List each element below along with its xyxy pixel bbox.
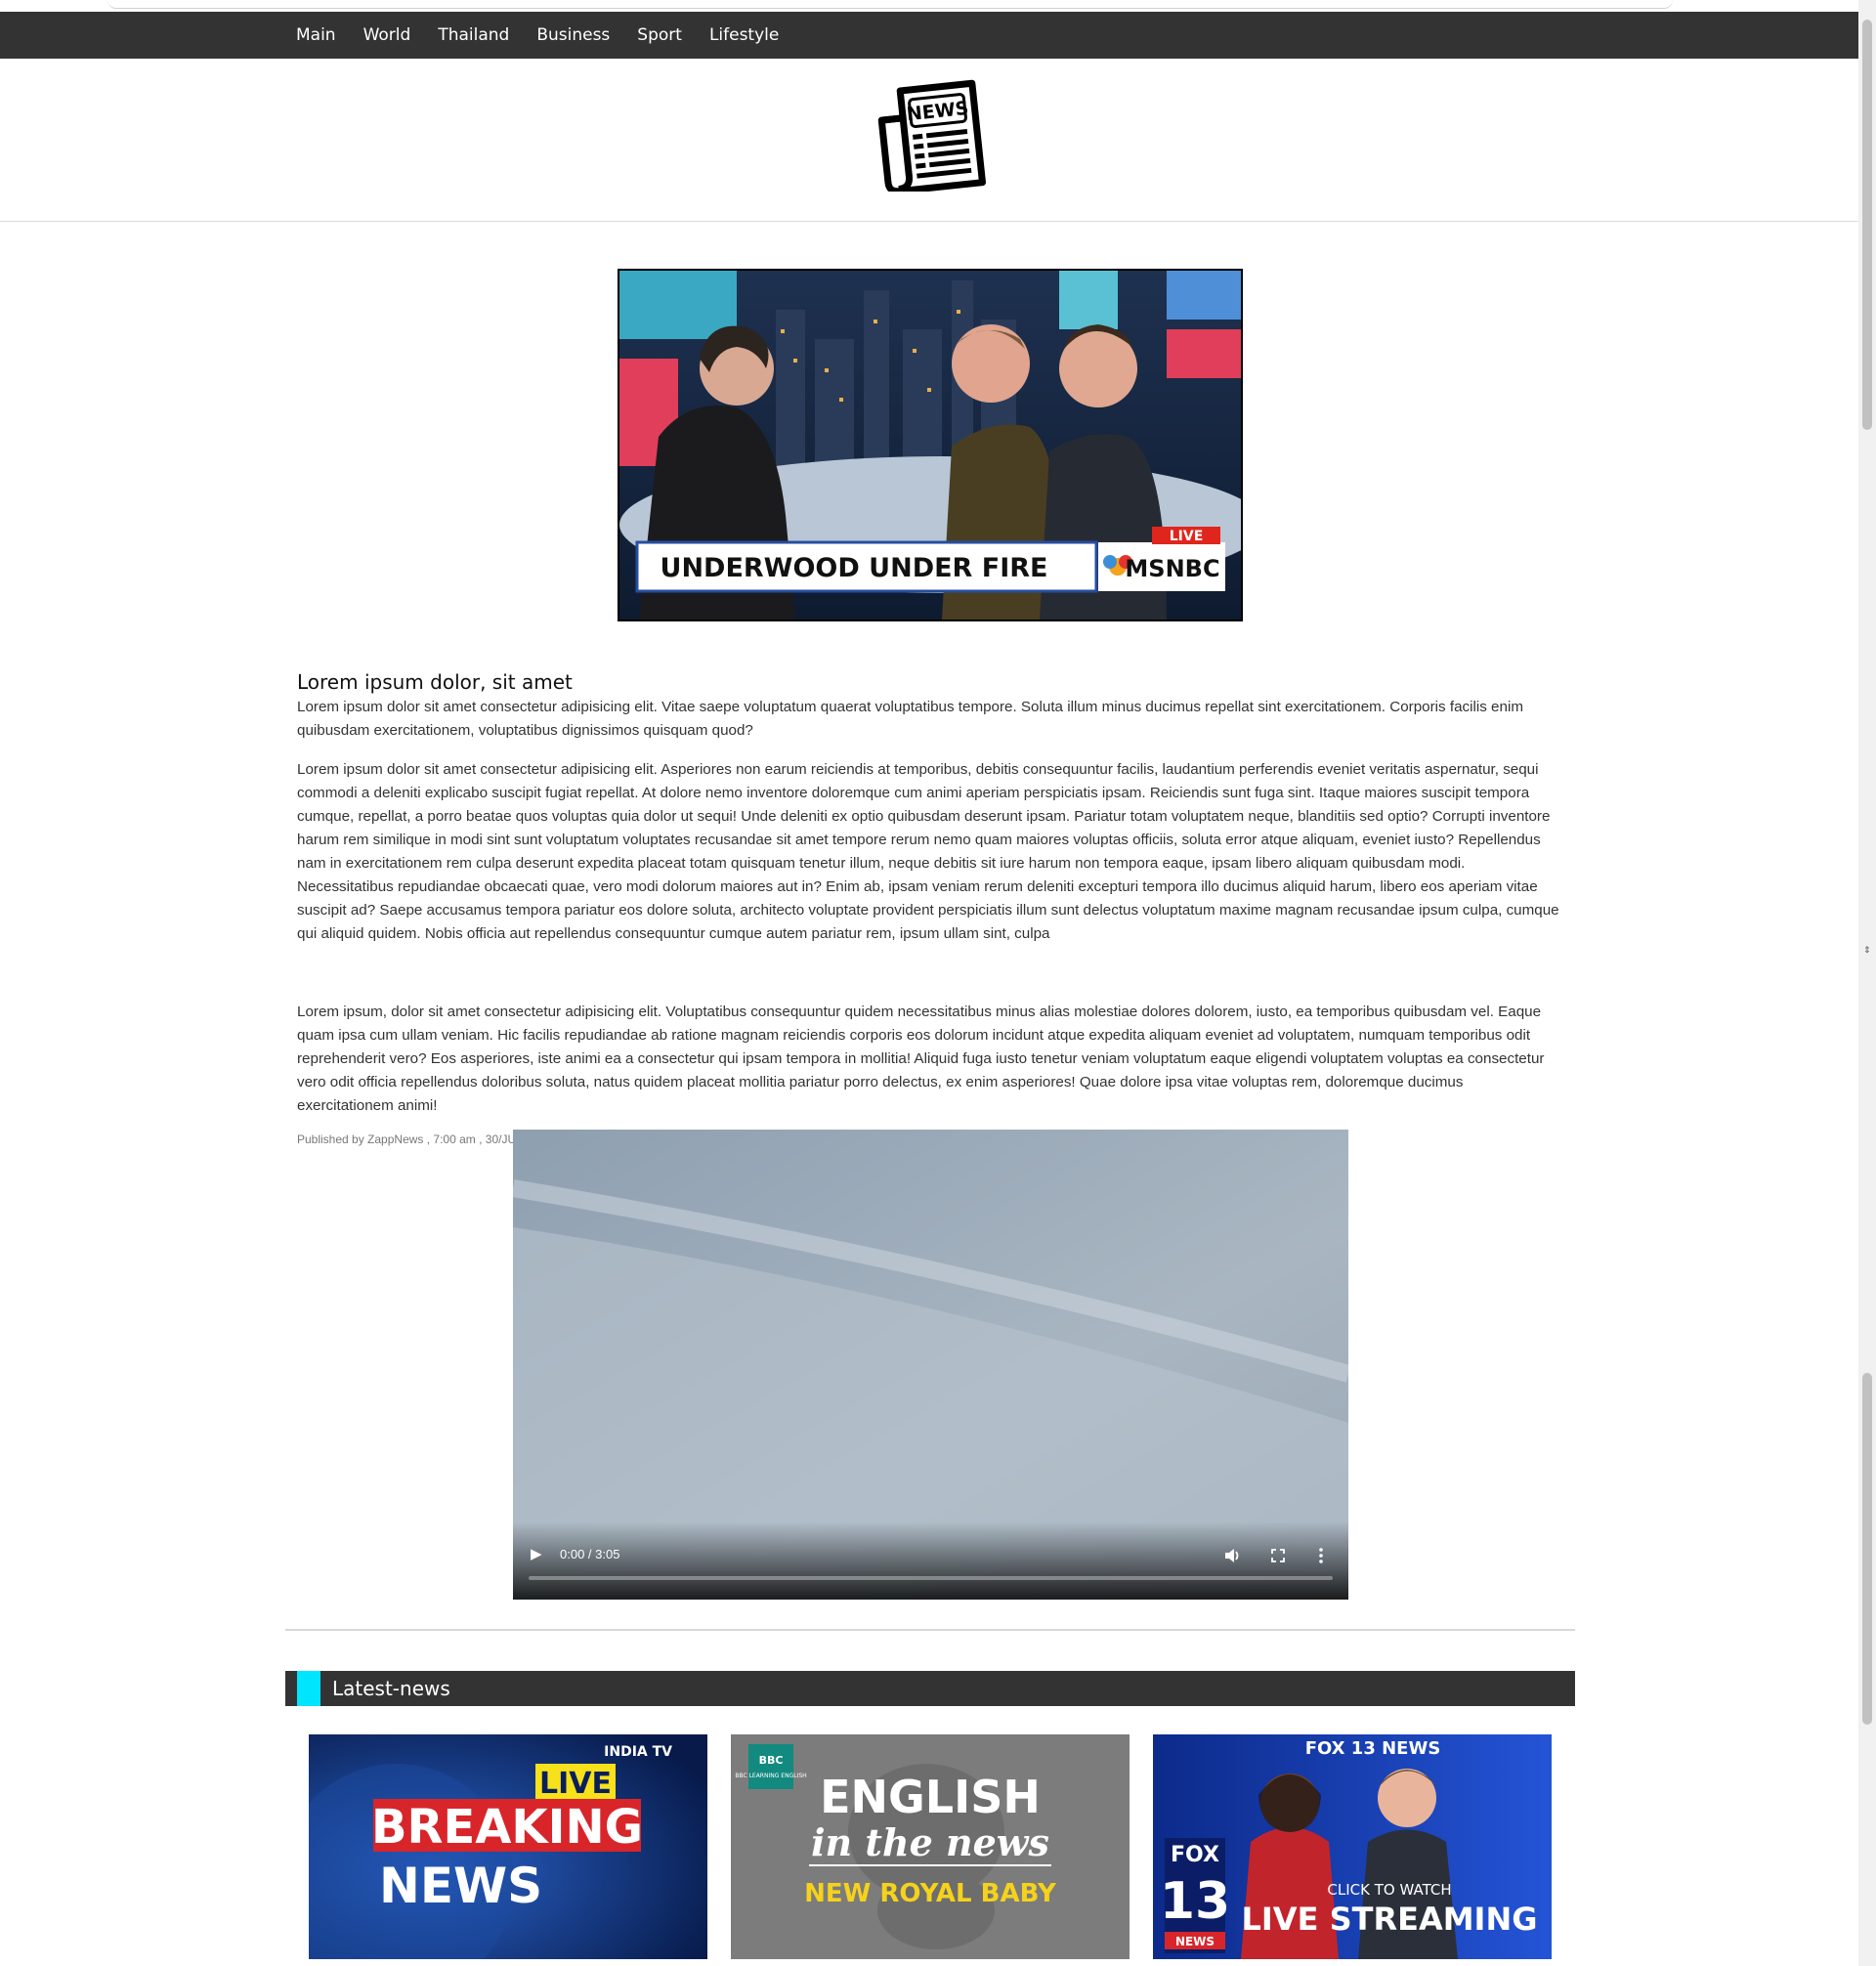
fullscreen-icon[interactable]: [1271, 1549, 1285, 1562]
nav-item-thailand[interactable]: Thailand: [438, 25, 509, 45]
card-royal-baby-label: NEW ROYAL BABY: [804, 1879, 1057, 1908]
live-streaming-thumbnail: FOX 13 NEWS FOX 13 NEWS CLICK TO WATCH L…: [1153, 1734, 1552, 1959]
section-divider: [285, 1629, 1575, 1631]
video-player[interactable]: ▶ 0:00 / 3:05: [513, 1130, 1348, 1600]
video-time: 0:00 / 3:05: [560, 1547, 620, 1561]
hero-headline-text: UNDERWOOD UNDER FIRE: [661, 553, 1048, 583]
scrollbar-thumb[interactable]: [1862, 1373, 1872, 1725]
article-paragraph: Lorem ipsum, dolor sit amet consectetur …: [297, 1004, 1545, 1114]
tv-studio-illustration: UNDERWOOD UNDER FIRE MSNBC LIVE: [619, 271, 1241, 620]
nav-item-sport[interactable]: Sport: [637, 25, 682, 45]
card-click-to-watch: CLICK TO WATCH: [1327, 1881, 1451, 1899]
latest-news-heading: Latest-news: [332, 1677, 450, 1700]
svg-text:FOX: FOX: [1171, 1843, 1219, 1867]
video-progress-bar[interactable]: [529, 1576, 1333, 1580]
main-navbar: Main World Thailand Business Sport Lifes…: [0, 12, 1858, 59]
svg-text:13: 13: [1160, 1872, 1230, 1931]
svg-text:NEWS: NEWS: [1175, 1935, 1215, 1948]
card-live-label: LIVE: [539, 1767, 612, 1801]
card-in-the-news-label: in the news: [811, 1820, 1049, 1864]
article: Lorem ipsum dolor, sit amet Lorem ipsum …: [297, 668, 1563, 1149]
card-english-label: ENGLISH: [820, 1771, 1041, 1823]
scroll-marker-icon: ⇕: [1863, 946, 1871, 956]
article-paragraph: Lorem ipsum dolor sit amet consectetur a…: [297, 699, 1523, 739]
english-news-thumbnail: BBC BBC LEARNING ENGLISH ENGLISH in the …: [731, 1734, 1130, 1959]
logo-header: NEWS: [0, 59, 1858, 222]
svg-text:BBC: BBC: [759, 1754, 784, 1767]
card-news-label: NEWS: [379, 1858, 542, 1914]
volume-icon[interactable]: [1224, 1548, 1242, 1563]
breaking-news-thumbnail: INDIA TV LIVE BREAKING NEWS: [309, 1734, 707, 1959]
hero-network-text: MSNBC: [1125, 555, 1219, 582]
latest-news-heading-bar: Latest-news: [285, 1671, 1575, 1706]
hero-live-badge: LIVE: [1170, 529, 1204, 544]
card-brand: INDIA TV: [604, 1744, 672, 1760]
card-breaking-label: BREAKING: [371, 1800, 643, 1855]
card-brand: BBC LEARNING ENGLISH: [735, 1773, 806, 1779]
news-card[interactable]: INDIA TV LIVE BREAKING NEWS: [309, 1734, 707, 1959]
hero-image: UNDERWOOD UNDER FIRE MSNBC LIVE: [618, 269, 1243, 621]
nav-item-world[interactable]: World: [363, 25, 411, 45]
video-controls: [513, 1521, 1348, 1600]
news-card[interactable]: FOX 13 NEWS FOX 13 NEWS CLICK TO WATCH L…: [1153, 1734, 1552, 1959]
nav-item-lifestyle[interactable]: Lifestyle: [709, 25, 779, 45]
browser-top-strip: [0, 0, 1858, 12]
page-scrollbar[interactable]: ⇕: [1858, 0, 1876, 1966]
heading-accent: [297, 1671, 320, 1706]
card-brand: FOX 13 NEWS: [1305, 1738, 1441, 1759]
more-options-icon[interactable]: [1318, 1548, 1324, 1563]
nav-item-main[interactable]: Main: [296, 25, 336, 45]
play-icon[interactable]: ▶: [531, 1545, 542, 1562]
article-paragraph: Lorem ipsum dolor sit amet consectetur a…: [297, 761, 1559, 942]
article-title: Lorem ipsum dolor, sit amet: [297, 670, 573, 694]
news-card[interactable]: BBC BBC LEARNING ENGLISH ENGLISH in the …: [731, 1734, 1130, 1959]
card-live-streaming-label: LIVE STREAMING: [1242, 1901, 1538, 1938]
newspaper-logo-icon[interactable]: NEWS: [870, 76, 991, 192]
scrollbar-thumb[interactable]: [1862, 20, 1872, 430]
nav-item-business[interactable]: Business: [536, 25, 610, 45]
